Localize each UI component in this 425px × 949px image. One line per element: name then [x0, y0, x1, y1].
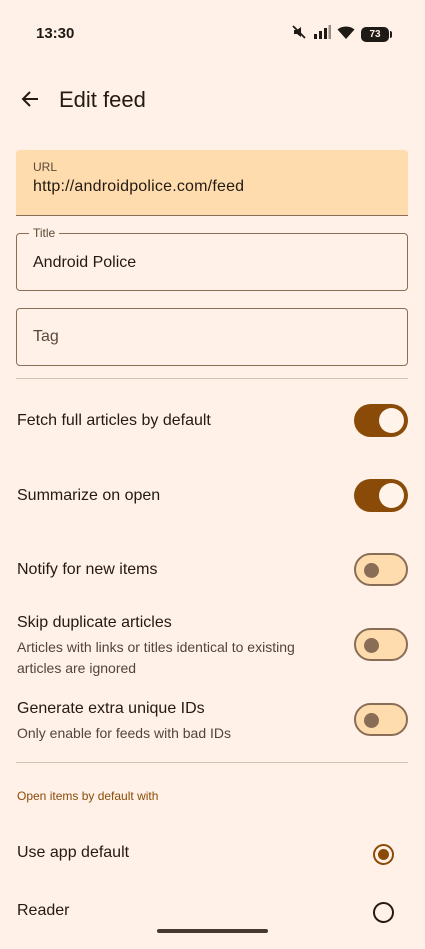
divider — [16, 378, 408, 379]
notify-new-items-switch[interactable] — [354, 553, 408, 586]
tag-placeholder: Tag — [33, 328, 59, 345]
switch-thumb — [379, 408, 404, 433]
setting-notify-new-items[interactable]: Notify for new items — [0, 539, 425, 599]
setting-skip-duplicates[interactable]: Skip duplicate articles Articles with li… — [0, 606, 425, 681]
switch-thumb — [364, 563, 379, 578]
switch-thumb — [364, 638, 379, 653]
signal-icon — [313, 25, 331, 44]
url-label: URL — [33, 160, 58, 174]
setting-title: Generate extra unique IDs — [17, 700, 205, 717]
title-label: Title — [29, 226, 60, 240]
setting-title: Notify for new items — [17, 561, 158, 578]
setting-title: Summarize on open — [17, 487, 161, 504]
app-bar: Edit feed — [0, 72, 425, 130]
status-icons: 73 — [291, 24, 392, 45]
fetch-full-articles-switch[interactable] — [354, 404, 408, 437]
switch-thumb — [379, 483, 404, 508]
url-field[interactable]: URL http://androidpolice.com/feed — [16, 150, 408, 216]
status-bar: 13:30 73 — [0, 0, 425, 66]
url-value: http://androidpolice.com/feed — [33, 178, 245, 195]
title-value: Android Police — [33, 254, 137, 271]
setting-title: Skip duplicate articles — [17, 614, 172, 631]
title-field[interactable]: Title Android Police — [16, 226, 408, 291]
radio-label: Reader — [17, 902, 70, 919]
generate-unique-ids-switch[interactable] — [354, 703, 408, 736]
radio-button-selected[interactable] — [373, 844, 394, 865]
switch-thumb — [364, 713, 379, 728]
gesture-nav-handle[interactable] — [157, 929, 268, 933]
setting-fetch-full-articles[interactable]: Fetch full articles by default — [0, 390, 425, 450]
wifi-icon — [337, 25, 355, 44]
battery-icon: 73 — [361, 27, 392, 42]
setting-title: Fetch full articles by default — [17, 412, 211, 429]
setting-subtitle: Articles with links or titles identical … — [17, 639, 295, 676]
arrow-back-icon — [20, 89, 40, 114]
status-time: 13:30 — [36, 25, 75, 42]
setting-generate-unique-ids[interactable]: Generate extra unique IDs Only enable fo… — [0, 692, 425, 752]
radio-label: Use app default — [17, 844, 130, 861]
radio-option-app-default[interactable]: Use app default — [0, 829, 425, 879]
summarize-on-open-switch[interactable] — [354, 479, 408, 512]
mute-icon — [291, 24, 307, 45]
skip-duplicates-switch[interactable] — [354, 628, 408, 661]
setting-summarize-on-open[interactable]: Summarize on open — [0, 465, 425, 525]
section-label-open-with: Open items by default with — [17, 789, 159, 803]
divider — [16, 762, 408, 763]
tag-field[interactable]: Tag — [16, 308, 408, 366]
page-title: Edit feed — [59, 87, 146, 112]
setting-subtitle: Only enable for feeds with bad IDs — [17, 725, 232, 741]
back-button[interactable] — [14, 85, 46, 117]
radio-button[interactable] — [373, 902, 394, 923]
